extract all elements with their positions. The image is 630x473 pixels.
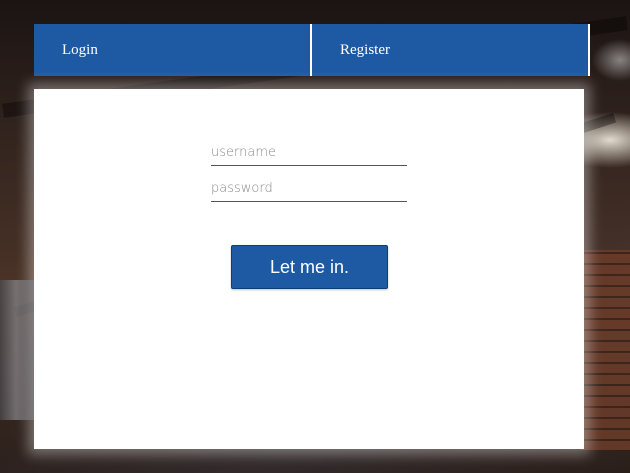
tab-register-label: Register [340, 41, 390, 58]
username-input[interactable] [211, 141, 407, 166]
tab-login[interactable]: Login [34, 24, 310, 76]
auth-tabs: Login Register [34, 24, 590, 76]
login-panel: Let me in. [34, 89, 584, 449]
login-submit-button[interactable]: Let me in. [231, 245, 388, 289]
tab-register[interactable]: Register [310, 24, 590, 76]
tab-login-label: Login [62, 41, 98, 58]
password-input[interactable] [211, 177, 407, 202]
background-brick-wall [580, 250, 630, 450]
